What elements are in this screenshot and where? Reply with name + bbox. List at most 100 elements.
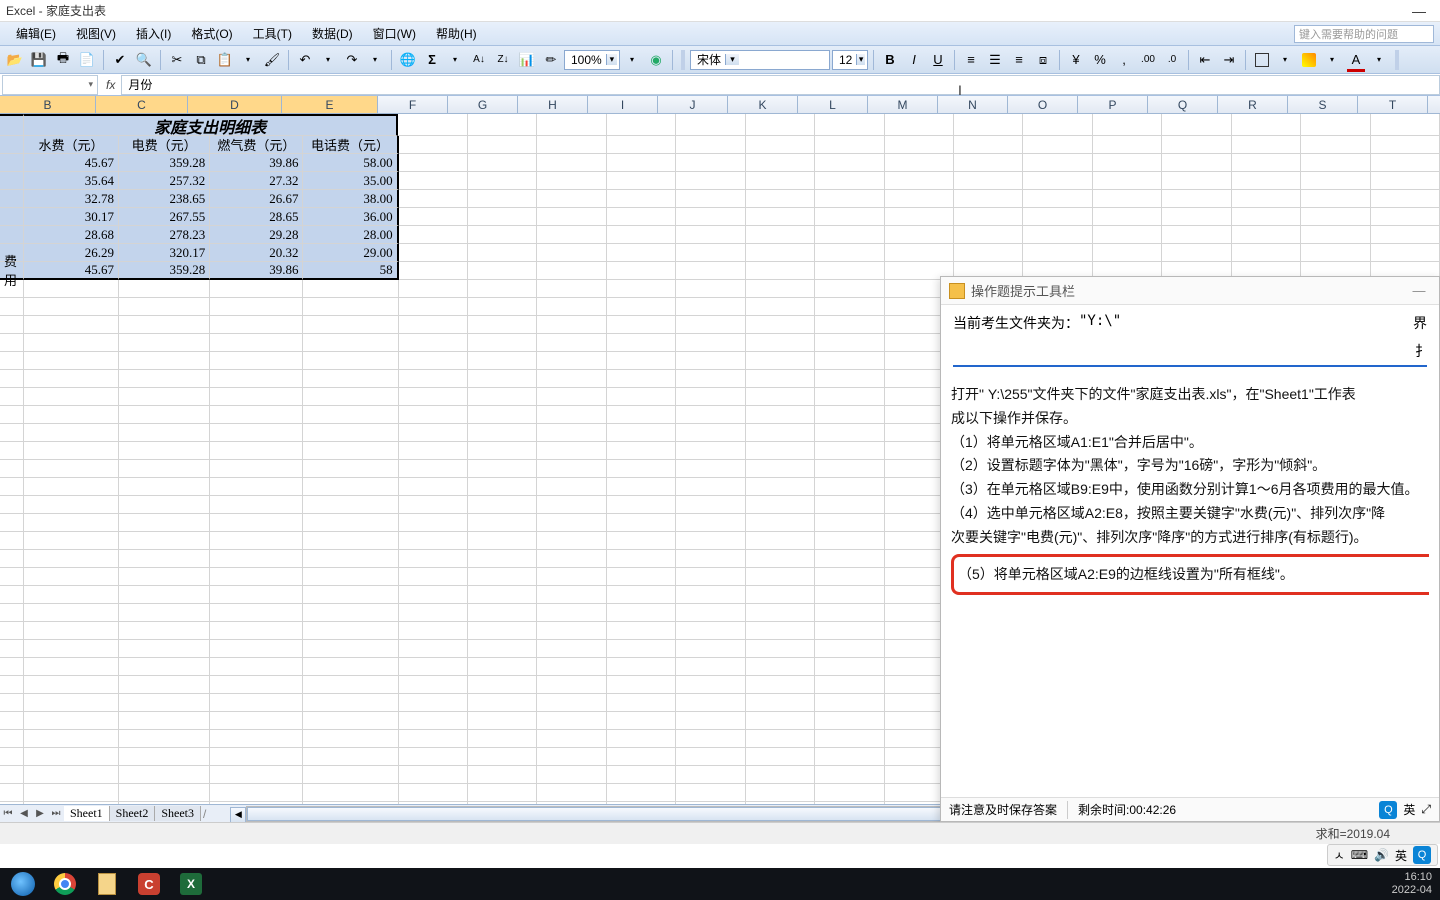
cell[interactable] (399, 496, 468, 514)
cell[interactable] (885, 190, 954, 208)
cell[interactable] (1301, 208, 1370, 226)
cell[interactable] (607, 262, 676, 280)
cell[interactable] (119, 406, 210, 424)
cell[interactable] (885, 172, 954, 190)
help-search-input[interactable]: 键入需要帮助的问题 (1294, 25, 1434, 43)
minimize-button[interactable]: — (1404, 3, 1434, 19)
cell[interactable] (537, 730, 606, 748)
ime-vol-icon[interactable]: 🔊 (1374, 848, 1389, 862)
cell[interactable] (676, 406, 745, 424)
cell[interactable] (24, 766, 119, 784)
taskbar-excel[interactable]: X (170, 868, 212, 900)
cell[interactable] (303, 784, 398, 802)
cell[interactable] (607, 424, 676, 442)
cell[interactable] (1371, 226, 1440, 244)
cell[interactable] (746, 460, 815, 478)
cell[interactable] (537, 388, 606, 406)
cell[interactable] (607, 244, 676, 262)
cell[interactable] (537, 640, 606, 658)
cell[interactable]: 45.67 (24, 262, 119, 280)
tab-sheet2[interactable]: Sheet2 (110, 806, 156, 821)
cell[interactable] (676, 298, 745, 316)
cell[interactable] (815, 406, 884, 424)
cell[interactable] (399, 208, 468, 226)
cell[interactable] (676, 514, 745, 532)
cell[interactable] (24, 316, 119, 334)
cell[interactable] (885, 226, 954, 244)
cell[interactable] (1232, 208, 1301, 226)
autosum-dropdown-icon[interactable]: ▾ (444, 49, 466, 71)
cell[interactable] (303, 622, 398, 640)
cell[interactable] (210, 604, 303, 622)
cell[interactable] (746, 712, 815, 730)
cell[interactable] (607, 388, 676, 406)
cell[interactable] (885, 208, 954, 226)
cell[interactable] (210, 370, 303, 388)
cell[interactable] (468, 262, 537, 280)
cell[interactable] (607, 136, 676, 154)
cell[interactable] (537, 676, 606, 694)
cell[interactable] (24, 622, 119, 640)
ime-bar[interactable]: ㅅ ⌨ 🔊 英 Q (1327, 844, 1438, 866)
cell[interactable]: 水费（元） (24, 136, 119, 154)
menu-tools[interactable]: 工具(T) (243, 25, 302, 42)
cell[interactable] (210, 478, 303, 496)
cell[interactable]: 20.32 (210, 244, 303, 262)
cell[interactable] (303, 316, 398, 334)
cell[interactable] (210, 694, 303, 712)
cell[interactable] (399, 334, 468, 352)
cell[interactable] (1232, 136, 1301, 154)
cell-col-a-sliver[interactable] (0, 658, 24, 676)
cell[interactable] (303, 712, 398, 730)
cell[interactable] (1232, 114, 1301, 136)
cell[interactable] (399, 514, 468, 532)
cell[interactable] (537, 262, 606, 280)
cell[interactable] (1301, 172, 1370, 190)
cell[interactable] (399, 280, 468, 298)
column-header-I[interactable]: I (588, 96, 658, 113)
cell[interactable] (676, 496, 745, 514)
cell[interactable] (399, 244, 468, 262)
border-dropdown-icon[interactable]: ▾ (1274, 49, 1296, 71)
cell[interactable]: 电话费（元） (303, 136, 398, 154)
column-header-P[interactable]: P (1078, 96, 1148, 113)
cell[interactable] (468, 352, 537, 370)
cell[interactable]: 35.64 (24, 172, 119, 190)
cell-col-a-sliver[interactable] (0, 226, 24, 244)
tab-sheet1[interactable]: Sheet1 (64, 806, 110, 821)
column-header-H[interactable]: H (518, 96, 588, 113)
cell[interactable]: 32.78 (24, 190, 119, 208)
cell[interactable]: 26.29 (24, 244, 119, 262)
cell[interactable] (954, 154, 1023, 172)
cell[interactable] (537, 406, 606, 424)
cell-col-a-sliver[interactable] (0, 424, 24, 442)
menu-insert[interactable]: 插入(I) (126, 25, 181, 42)
cell[interactable] (607, 172, 676, 190)
align-left-icon[interactable]: ≡ (960, 49, 982, 71)
cell[interactable] (24, 298, 119, 316)
cell[interactable] (24, 730, 119, 748)
cell[interactable] (1093, 172, 1162, 190)
cell[interactable] (303, 478, 398, 496)
cell[interactable] (210, 388, 303, 406)
cell[interactable] (303, 352, 398, 370)
cell[interactable] (537, 550, 606, 568)
cell[interactable] (537, 424, 606, 442)
cell[interactable] (210, 334, 303, 352)
cell[interactable] (1371, 244, 1440, 262)
cell[interactable] (210, 748, 303, 766)
cell[interactable] (210, 298, 303, 316)
cell[interactable] (607, 226, 676, 244)
hint-titlebar[interactable]: 操作题提示工具栏 — (941, 277, 1439, 305)
cell[interactable] (537, 154, 606, 172)
cell[interactable] (815, 712, 884, 730)
cell[interactable] (399, 550, 468, 568)
cell[interactable] (303, 460, 398, 478)
sort-desc-icon[interactable]: Z↓ (492, 49, 514, 71)
sort-asc-icon[interactable]: A↓ (468, 49, 490, 71)
cell[interactable]: 28.65 (210, 208, 303, 226)
cell[interactable] (468, 622, 537, 640)
cell[interactable] (815, 334, 884, 352)
cell[interactable] (24, 568, 119, 586)
cell-col-a-sliver[interactable] (0, 496, 24, 514)
